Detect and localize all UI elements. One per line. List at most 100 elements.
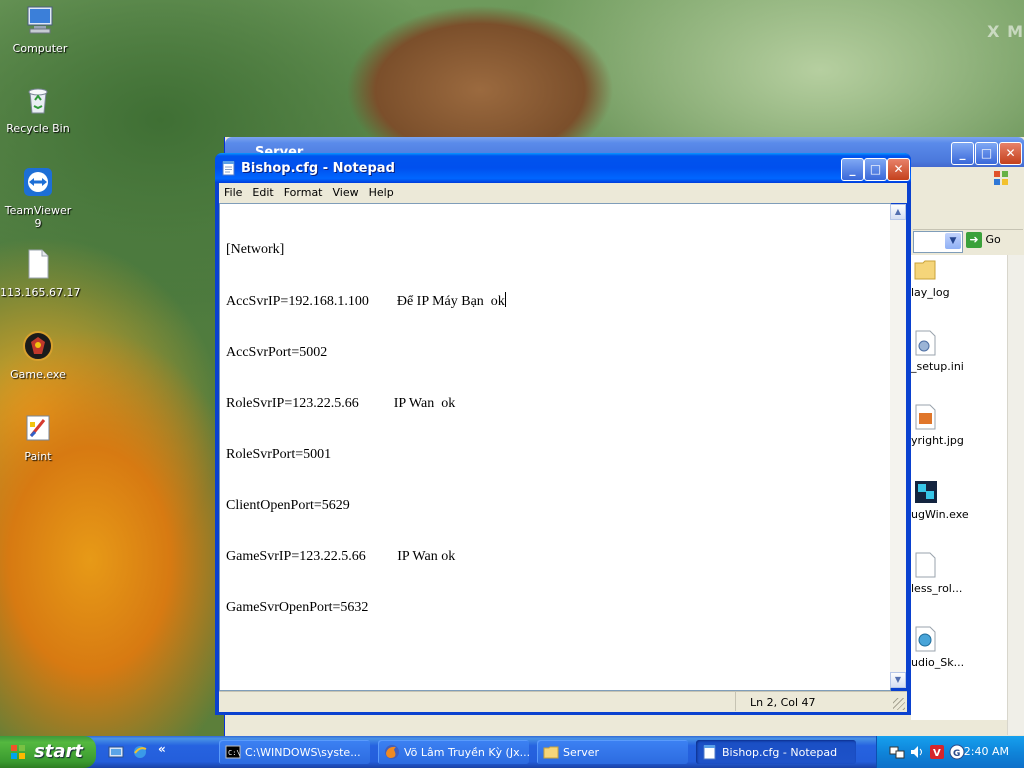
explorer-file-pane: lay_log _setup.ini yright.jpg ugWin.exe … [911,255,1011,720]
system-tray: » V G 2:40 AM [876,736,1024,768]
desktop-icon-paint[interactable]: Paint [0,412,76,463]
taskbar-button-server[interactable]: Server [537,740,688,764]
file-item-label: udio_Sk... [911,656,965,669]
explorer-toolbar [913,191,1023,230]
taskbar-button-cmd[interactable]: C:\ C:\WINDOWS\syste... [219,740,370,764]
address-dropdown-chevron-icon[interactable]: ▼ [945,233,961,249]
web-file-icon [915,626,936,652]
file-item[interactable]: ugWin.exe [911,477,1011,521]
text-line: GameSvrIP=123.22.5.66 IP Wan ok [226,549,456,564]
text-line: AccSvrPort=5002 [226,345,328,360]
notepad-maximize-button[interactable]: □ [864,158,887,181]
file-item-label: _setup.ini [911,360,964,373]
menu-format[interactable]: Format [279,183,328,199]
menu-file[interactable]: File [219,183,247,199]
teamviewer-icon [24,168,52,196]
paint-icon [26,415,50,441]
show-desktop-icon[interactable] [108,744,124,760]
cmd-icon: C:\ [225,745,241,759]
file-item[interactable]: udio_Sk... [911,625,1011,669]
scroll-up-arrow-icon[interactable]: ▲ [890,204,906,220]
firefox-icon [385,745,399,759]
go-arrow-icon: ➜ [966,232,982,248]
desktop-icon-label: TeamViewer 9 [4,204,72,230]
file-item-label: yright.jpg [911,434,964,447]
menu-view[interactable]: View [328,183,364,199]
notepad-statusbar: Ln 2, Col 47 [219,691,907,712]
file-item[interactable]: _setup.ini [911,329,1011,373]
desktop-icon-ip-file[interactable]: 113.165.67.17 [0,248,81,299]
scroll-down-arrow-icon[interactable]: ▼ [890,672,906,688]
menu-edit[interactable]: Edit [247,183,278,199]
file-icon [915,552,936,578]
svg-text:G: G [953,749,960,759]
file-item[interactable]: less_rol... [911,551,1011,595]
notepad-icon [703,745,716,760]
wallpaper-watermark: X M [987,22,1024,41]
file-item[interactable]: yright.jpg [911,403,1011,447]
notepad-text-area[interactable]: [Network] AccSvrIP=192.168.1.100 Để IP M… [219,203,891,691]
explorer-close-button[interactable]: ✕ [999,142,1022,165]
unikey-icon[interactable]: G [949,744,965,760]
notepad-window[interactable]: Bishop.cfg - Notepad _ □ ✕ File Edit Forma… [215,153,911,715]
desktop-icon-teamviewer[interactable]: TeamViewer 9 [0,166,76,230]
explorer-vertical-scrollbar[interactable] [1007,255,1024,735]
start-button[interactable]: start [0,736,96,768]
explorer-go-button[interactable]: ➜ Go [966,232,1021,250]
antivirus-icon[interactable]: V [929,744,945,760]
desktop-icon-recycle-bin[interactable]: Recycle Bin [0,84,76,135]
file-item-label: lay_log [911,286,950,299]
taskbar: start « C:\ C:\WINDOWS\syste... Võ Lâm T… [0,736,1024,768]
file-item[interactable]: lay_log [911,255,1011,299]
notepad-close-button[interactable]: ✕ [887,158,910,181]
notepad-titlebar[interactable]: Bishop.cfg - Notepad _ □ ✕ [215,153,911,183]
recycle-bin-icon [28,88,48,114]
desktop-icon-label: Paint [24,450,52,463]
windows-flag-icon [11,745,25,759]
windows-logo-icon [994,171,1008,185]
explorer-maximize-button[interactable]: □ [975,142,998,165]
go-label: Go [985,233,1001,246]
taskbar-button-label: C:\WINDOWS\syste... [245,746,361,759]
file-icon [28,249,49,279]
svg-text:C:\: C:\ [228,749,241,757]
notepad-title: Bishop.cfg - Notepad [241,161,395,176]
notepad-icon [222,161,235,176]
desktop-icon-label: Computer [12,42,68,55]
menu-help[interactable]: Help [364,183,399,199]
file-item-label: ugWin.exe [911,508,969,521]
desktop-icon-game[interactable]: Game.exe [0,330,76,381]
cursor-position: Ln 2, Col 47 [735,692,905,711]
file-item-label: less_rol... [911,582,963,595]
desktop-icon-label: 113.165.67.17 [0,286,81,299]
clock[interactable]: 2:40 AM [964,745,1009,758]
text-caret [504,292,506,307]
text-line: GameSvrOpenPort=5632 [226,600,369,615]
volume-icon[interactable] [909,744,925,760]
quicklaunch-chevron[interactable]: « [158,742,166,756]
text-line: AccSvrIP=192.168.1.100 Để IP Máy Bạn ok [226,292,506,309]
desktop-icon-label: Game.exe [10,368,66,381]
explorer-minimize-button[interactable]: _ [951,142,974,165]
taskbar-button-label: Võ Lâm Truyền Kỳ (Jx... [404,746,529,759]
desktop-icon-computer[interactable]: Computer [2,4,78,55]
start-label: start [34,741,83,762]
taskbar-button-firefox[interactable]: Võ Lâm Truyền Kỳ (Jx... [378,740,529,764]
notepad-vertical-scrollbar[interactable]: ▲ ▼ [890,204,906,688]
resize-grip-icon[interactable] [893,698,905,710]
text-line: RoleSvrIP=123.22.5.66 IP Wan ok [226,396,456,411]
folder-icon [543,746,559,759]
taskbar-button-label: Server [563,746,600,759]
text-line: RoleSvrPort=5001 [226,447,332,462]
svg-text:V: V [933,748,941,759]
text-line: [Network] [226,242,285,257]
notepad-minimize-button[interactable]: _ [841,158,864,181]
computer-icon [27,6,53,34]
network-icon[interactable] [889,744,905,760]
notepad-menubar: File Edit Format View Help [219,183,907,203]
image-file-icon [915,404,936,430]
taskbar-button-notepad[interactable]: Bishop.cfg - Notepad [696,740,856,764]
settings-file-icon [915,330,936,356]
desktop-icon-label: Recycle Bin [6,122,70,135]
internet-explorer-icon[interactable] [132,744,148,760]
